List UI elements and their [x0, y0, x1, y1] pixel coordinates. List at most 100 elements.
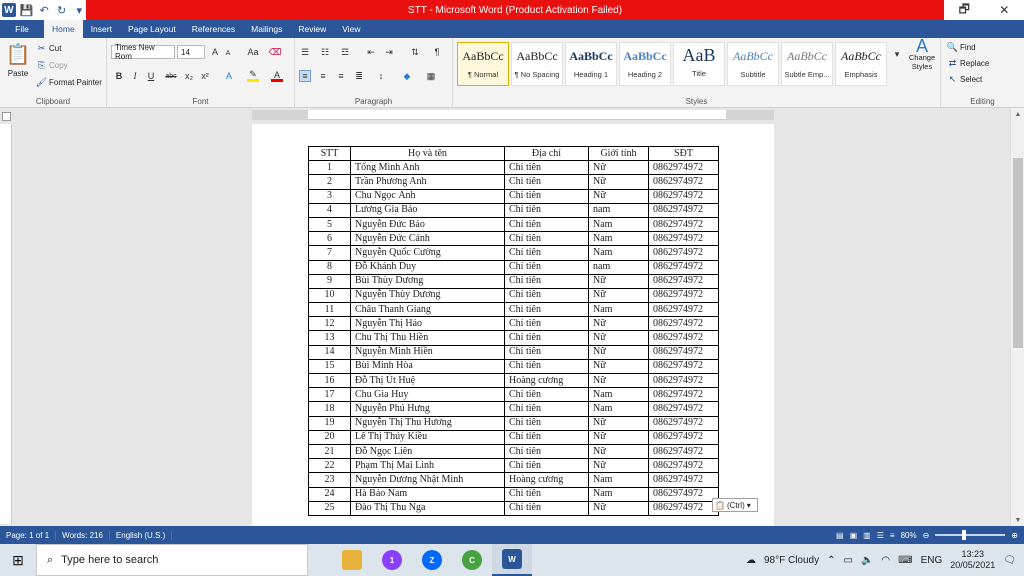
full-screen-icon[interactable]: ▣: [850, 531, 858, 540]
cell-name[interactable]: Nguyễn Phú Hưng: [350, 401, 505, 417]
bold-icon[interactable]: B: [113, 70, 125, 82]
cell-stt[interactable]: 19: [308, 415, 351, 431]
replace-button[interactable]: ⇄ Replace: [947, 58, 990, 69]
cell-phone[interactable]: 0862974972: [648, 401, 719, 417]
cell-address[interactable]: Chí tiên: [504, 344, 589, 360]
cell-gender[interactable]: Nữ: [588, 429, 649, 445]
cell-address[interactable]: Chí tiên: [504, 316, 589, 332]
show-formatting-icon[interactable]: ¶: [431, 46, 443, 58]
font-size-select[interactable]: 14: [177, 45, 205, 59]
tab-mailings[interactable]: Mailings: [243, 20, 290, 38]
align-center-icon[interactable]: ≡: [317, 70, 329, 82]
tab-insert[interactable]: Insert: [83, 20, 120, 38]
cell-address[interactable]: Chí tiên: [504, 486, 589, 502]
grow-font-icon[interactable]: A: [209, 46, 221, 58]
style-title[interactable]: AaB Title: [673, 42, 725, 86]
cell-stt[interactable]: 13: [308, 330, 351, 346]
cell-phone[interactable]: 0862974972: [648, 231, 719, 247]
italic-icon[interactable]: I: [129, 70, 141, 82]
cell-address[interactable]: Chí tiên: [504, 358, 589, 375]
scroll-down-icon[interactable]: ▼: [1011, 514, 1024, 526]
word-icon[interactable]: W: [492, 544, 532, 576]
cell-name[interactable]: Tống Minh Anh: [350, 160, 505, 176]
cell-stt[interactable]: 21: [308, 443, 351, 460]
cell-gender[interactable]: Nữ: [588, 316, 649, 332]
shrink-font-icon[interactable]: A: [222, 47, 234, 59]
borders-icon[interactable]: ▦: [425, 70, 437, 82]
wifi-icon[interactable]: ◠: [881, 555, 890, 566]
file-explorer-icon[interactable]: [332, 544, 372, 576]
header-gender[interactable]: Giới tính: [588, 145, 649, 162]
cell-gender[interactable]: Nam: [588, 387, 649, 403]
cell-address[interactable]: Chí tiên: [504, 401, 589, 417]
document-page[interactable]: STT Họ và tên Địa chỉ Giới tính SĐT 1 Tốn…: [252, 124, 774, 526]
keyboard-icon[interactable]: ⌨: [898, 555, 912, 566]
language-indicator[interactable]: English (U.S.): [110, 530, 173, 540]
select-button[interactable]: ↖ Select: [947, 74, 983, 85]
cell-gender[interactable]: Nam: [588, 472, 649, 488]
cell-gender[interactable]: Nữ: [588, 160, 649, 176]
tab-references[interactable]: References: [184, 20, 243, 38]
cell-stt[interactable]: 6: [308, 231, 351, 247]
font-color-icon[interactable]: A: [271, 70, 283, 82]
cell-gender[interactable]: Nữ: [588, 500, 649, 516]
cell-phone[interactable]: 0862974972: [648, 358, 719, 375]
cell-name[interactable]: Hà Bảo Nam: [350, 486, 505, 502]
undo-icon[interactable]: ↶: [37, 3, 51, 17]
cell-stt[interactable]: 25: [308, 500, 351, 516]
cell-stt[interactable]: 7: [308, 245, 351, 261]
cell-stt[interactable]: 18: [308, 401, 351, 417]
cell-address[interactable]: Hoàng cương: [504, 372, 589, 389]
cell-gender[interactable]: Nam: [588, 216, 649, 233]
cell-gender[interactable]: Nam: [588, 401, 649, 417]
cell-phone[interactable]: 0862974972: [648, 202, 719, 218]
cell-address[interactable]: Chí tiên: [504, 387, 589, 403]
cell-phone[interactable]: 0862974972: [648, 458, 719, 474]
redo-icon[interactable]: ↻: [55, 3, 69, 17]
tab-view[interactable]: View: [334, 20, 368, 38]
header-name[interactable]: Họ và tên: [350, 145, 505, 162]
cell-name[interactable]: Đỗ Khánh Duy: [350, 259, 505, 275]
cell-gender[interactable]: Nữ: [588, 372, 649, 389]
word-logo-icon[interactable]: W: [2, 3, 16, 17]
zoom-out-icon[interactable]: ⊖: [923, 531, 930, 540]
cell-name[interactable]: Nguyễn Đức Cảnh: [350, 231, 505, 247]
cell-gender[interactable]: Nam: [588, 231, 649, 247]
vertical-scrollbar[interactable]: ▲ ▼: [1010, 108, 1024, 526]
zalo-icon[interactable]: Z: [412, 544, 452, 576]
cell-stt[interactable]: 16: [308, 372, 351, 389]
cell-phone[interactable]: 0862974972: [648, 188, 719, 204]
draft-icon[interactable]: ≡: [890, 531, 895, 540]
cell-name[interactable]: Trần Phương Anh: [350, 174, 505, 190]
cell-phone[interactable]: 0862974972: [648, 387, 719, 403]
copy-button[interactable]: ⎘ Copy: [36, 60, 68, 71]
cell-gender[interactable]: nam: [588, 202, 649, 218]
cell-stt[interactable]: 4: [308, 202, 351, 218]
cell-phone[interactable]: 0862974972: [648, 245, 719, 261]
cell-name[interactable]: Đào Thị Thu Nga: [350, 500, 505, 516]
cell-phone[interactable]: 0862974972: [648, 372, 719, 389]
paste-button[interactable]: 📋 Paste: [4, 42, 32, 78]
styles-scroll-icon[interactable]: ▾: [891, 48, 903, 60]
cell-name[interactable]: Nguyễn Thị Hảo: [350, 316, 505, 332]
cell-name[interactable]: Lương Gia Bảo: [350, 202, 505, 218]
print-layout-icon[interactable]: ▤: [836, 531, 844, 540]
scroll-thumb[interactable]: [1013, 158, 1023, 348]
bullets-icon[interactable]: ☰: [299, 46, 311, 58]
cell-address[interactable]: Chí tiên: [504, 458, 589, 474]
align-right-icon[interactable]: ≡: [335, 70, 347, 82]
cell-stt[interactable]: 24: [308, 486, 351, 502]
cell-phone[interactable]: 0862974972: [648, 287, 719, 304]
underline-icon[interactable]: U: [145, 70, 157, 82]
save-icon[interactable]: 💾: [20, 3, 34, 17]
change-case-icon[interactable]: Aa: [247, 46, 259, 58]
cell-phone[interactable]: 0862974972: [648, 273, 719, 289]
tab-home[interactable]: Home: [44, 20, 83, 38]
cell-address[interactable]: Chí tiên: [504, 174, 589, 190]
cell-gender[interactable]: Nữ: [588, 330, 649, 346]
cell-name[interactable]: Nguyễn Quốc Cường: [350, 245, 505, 261]
header-address[interactable]: Địa chỉ: [504, 145, 589, 162]
highlight-icon[interactable]: ✎: [247, 69, 259, 82]
cell-name[interactable]: Nguyễn Thị Thu Hương: [350, 415, 505, 431]
cell-name[interactable]: Lê Thị Thúy Kiều: [350, 429, 505, 445]
